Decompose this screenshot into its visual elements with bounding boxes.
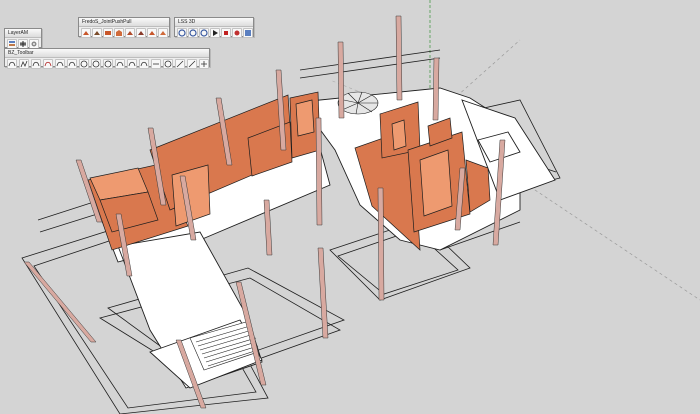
spline-icon[interactable] (43, 59, 53, 69)
normal-push-pull-icon[interactable] (103, 28, 113, 38)
play-icon[interactable] (210, 28, 220, 38)
joint-push-pull-toolbar[interactable]: FredoS_JointPushPull (78, 17, 170, 38)
circle-icon[interactable] (79, 59, 89, 69)
bz-toolbar-title: BZ_Toolbar (5, 49, 209, 58)
rotate-icon[interactable] (188, 28, 198, 38)
joint-push-pull-toolbar-title: FredoS_JointPushPull (79, 18, 169, 27)
animate-icon[interactable] (199, 28, 209, 38)
polyline-icon[interactable] (19, 59, 29, 69)
catmull-icon[interactable] (103, 59, 113, 69)
edit-icon[interactable] (163, 59, 173, 69)
layer-toolbar-title: LayerAM (5, 29, 41, 38)
joint-push-pull-icon[interactable] (81, 28, 91, 38)
vector-push-pull-icon[interactable] (92, 28, 102, 38)
floor-slabs (87, 87, 556, 389)
stop-icon[interactable] (221, 28, 231, 38)
help-icon[interactable] (199, 59, 209, 69)
curve-icon[interactable] (55, 59, 65, 69)
fspline-icon[interactable] (115, 59, 125, 69)
bspline-icon[interactable] (127, 59, 137, 69)
polygon-icon[interactable] (91, 59, 101, 69)
cubic-bezier-icon[interactable] (31, 59, 41, 69)
bz-toolbar[interactable]: BZ_Toolbar (4, 48, 210, 69)
rotate-curve-icon[interactable] (175, 59, 185, 69)
undo-push-pull-icon[interactable] (136, 28, 146, 38)
settings-icon[interactable] (187, 59, 197, 69)
arc-icon[interactable] (67, 59, 77, 69)
orbit-icon[interactable] (177, 28, 187, 38)
divider-icon[interactable] (151, 59, 161, 69)
redo-push-pull-icon[interactable] (147, 28, 157, 38)
thicken-icon[interactable] (125, 28, 135, 38)
fit-curve-icon[interactable] (139, 59, 149, 69)
lss-toolbar-title: LSS 3D (175, 18, 253, 27)
export-icon[interactable] (243, 28, 253, 38)
lss-toolbar[interactable]: LSS 3D (174, 17, 254, 38)
record-icon[interactable] (232, 28, 242, 38)
bezier-icon[interactable] (7, 59, 17, 69)
extrude-icon[interactable] (114, 28, 124, 38)
finish-icon[interactable] (158, 28, 168, 38)
layer-toolbar[interactable]: LayerAM (4, 28, 42, 49)
